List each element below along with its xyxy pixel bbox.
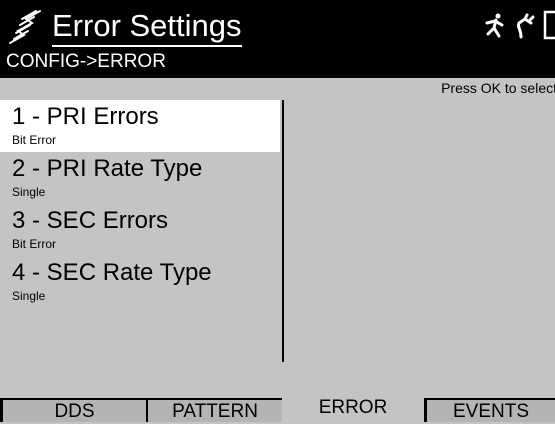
header-bar: Error Settings CONFIG->ERROR: [0, 0, 555, 78]
hint-bar: Press OK to select: [0, 78, 555, 100]
menu-item-value: Single: [12, 289, 46, 303]
menu-item-label: 3 - SEC Errors: [12, 207, 169, 234]
tab-error[interactable]: ERROR: [282, 394, 424, 422]
tab-dds[interactable]: DDS: [0, 398, 146, 422]
tab-events[interactable]: EVENTS: [424, 398, 555, 422]
menu-item-label: 4 - SEC Rate Type: [12, 259, 212, 286]
menu-item-sec-rate-type[interactable]: 4 - SEC Rate Type Single: [0, 256, 280, 308]
menu-item-label: 1 - PRI Errors: [12, 103, 159, 130]
tab-pattern[interactable]: PATTERN: [146, 398, 282, 422]
status-icons: [483, 10, 555, 40]
power-plug-icon: [516, 13, 535, 39]
menu-item-pri-rate-type[interactable]: 2 - PRI Rate Type Single: [0, 152, 280, 204]
menu-item-sec-errors[interactable]: 3 - SEC Errors Bit Error: [0, 204, 280, 256]
hint-text: Press OK to select: [441, 80, 555, 96]
lightning-icon: [9, 10, 41, 44]
battery-icon: [543, 10, 555, 40]
running-person-icon: [485, 13, 504, 38]
title-row: Error Settings: [6, 6, 242, 48]
menu-item-value: Bit Error: [12, 237, 57, 251]
menu-item-value: Single: [12, 185, 46, 199]
tab-bar: DDS PATTERN ERROR EVENTS: [0, 392, 555, 422]
menu-item-label: 2 - PRI Rate Type: [12, 155, 203, 182]
page-title: Error Settings: [52, 8, 242, 47]
settings-menu: 1 - PRI Errors Bit Error 2 - PRI Rate Ty…: [0, 100, 280, 360]
menu-item-value: Bit Error: [12, 133, 57, 147]
breadcrumb: CONFIG->ERROR: [6, 51, 166, 72]
menu-item-pri-errors[interactable]: 1 - PRI Errors Bit Error: [0, 100, 280, 152]
panel-divider: [282, 100, 284, 362]
